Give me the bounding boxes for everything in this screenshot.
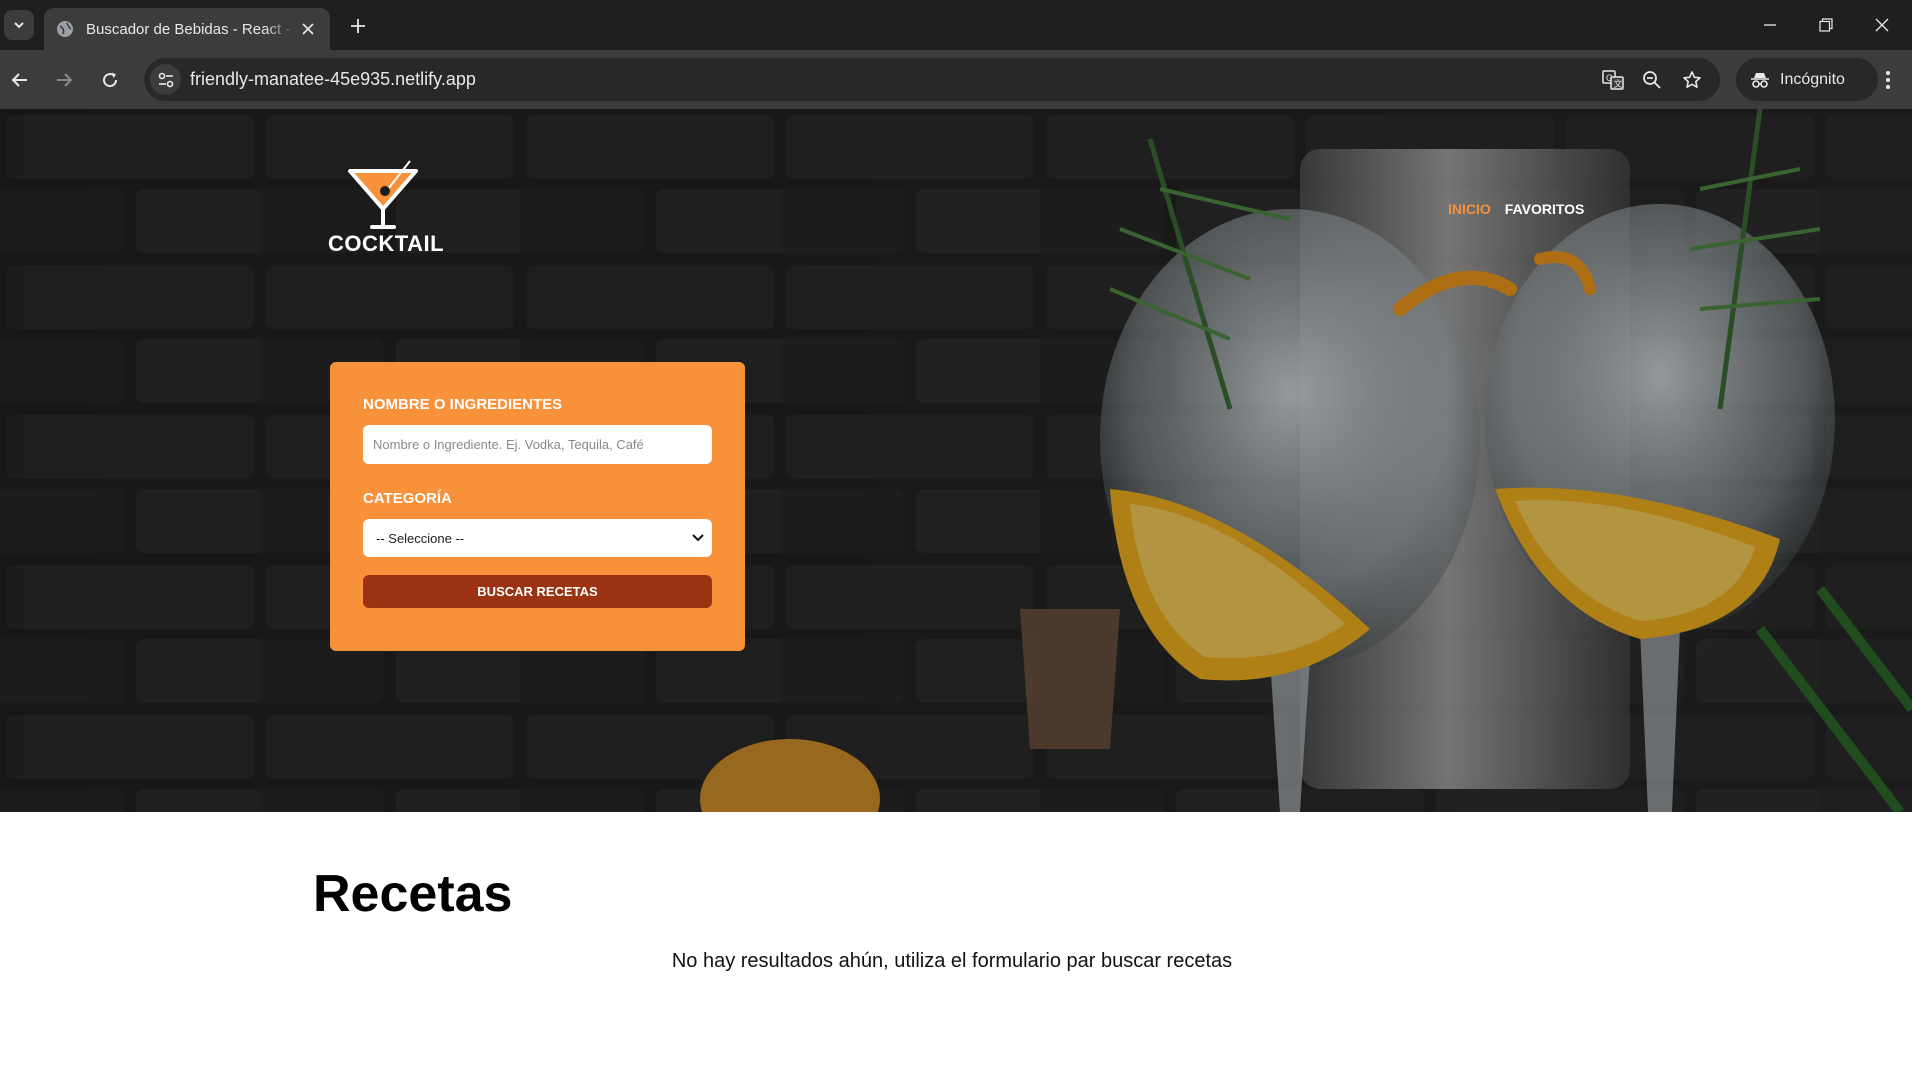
kebab-menu-icon <box>1886 71 1890 89</box>
close-window-icon <box>1875 18 1889 32</box>
nav-link-inicio[interactable]: INICIO <box>1448 201 1491 217</box>
tab-search-button[interactable] <box>4 10 34 40</box>
translate-button[interactable]: G文 <box>1600 67 1626 93</box>
search-recipes-button[interactable]: BUSCAR RECETAS <box>363 575 712 608</box>
url-text[interactable]: friendly-manatee-45e935.netlify.app <box>190 69 476 90</box>
incognito-label: Incógnito <box>1780 70 1845 88</box>
category-selected-value: -- Seleccione -- <box>376 530 465 546</box>
hero-background-image <box>0 109 1912 812</box>
recipes-title: Recetas <box>313 865 513 923</box>
name-ingredient-placeholder: Nombre o Ingrediente. Ej. Vodka, Tequila… <box>373 437 644 452</box>
name-ingredient-input[interactable]: Nombre o Ingrediente. Ej. Vodka, Tequila… <box>363 425 712 464</box>
translate-icon: G文 <box>1602 70 1624 90</box>
reload-icon <box>103 72 118 88</box>
reload-button[interactable] <box>94 64 126 96</box>
address-bar[interactable]: friendly-manatee-45e935.netlify.app G文 <box>144 58 1720 101</box>
restore-icon <box>1819 18 1833 32</box>
back-button[interactable] <box>4 64 36 96</box>
star-icon <box>1683 71 1701 88</box>
globe-icon <box>57 21 73 37</box>
category-select[interactable]: -- Seleccione -- <box>363 519 712 557</box>
zoom-out-icon <box>1643 71 1661 89</box>
zoom-button[interactable] <box>1639 67 1665 93</box>
logo-text: COCKTAIL <box>328 231 445 256</box>
minimize-button[interactable] <box>1750 8 1790 42</box>
martini-glass-icon <box>348 160 418 229</box>
recipes-section: Recetas No hay resultados ahún, utiliza … <box>0 812 1912 1079</box>
new-tab-button[interactable] <box>344 12 372 40</box>
site-info-icon <box>158 72 173 87</box>
browser-toolbar: friendly-manatee-45e935.netlify.app G文 I… <box>0 50 1912 109</box>
name-ingredients-label: NOMBRE O INGREDIENTES <box>363 396 563 413</box>
tab-close-button[interactable] <box>298 19 318 39</box>
nav-link-favoritos[interactable]: FAVORITOS <box>1505 201 1585 217</box>
hero-section: COCKTAIL INICIO FAVORITOS NOMBRE O INGRE… <box>0 109 1912 812</box>
back-icon <box>11 73 27 87</box>
incognito-icon <box>1751 72 1769 88</box>
restore-button[interactable] <box>1806 8 1846 42</box>
tab-title: Buscador de Bebidas - React - T <box>86 20 296 38</box>
browser-tab[interactable]: Buscador de Bebidas - React - T <box>44 8 330 50</box>
cocktail-logo[interactable]: COCKTAIL <box>328 159 445 259</box>
minimize-icon <box>1764 24 1776 26</box>
close-icon <box>302 23 314 35</box>
close-window-button[interactable] <box>1862 8 1902 42</box>
forward-icon <box>57 73 73 87</box>
svg-text:文: 文 <box>1614 78 1623 90</box>
tab-search-icon <box>14 22 24 29</box>
forward-button[interactable] <box>48 64 80 96</box>
empty-results-message: No hay resultados ahún, utiliza el formu… <box>671 950 1233 972</box>
search-form: NOMBRE O INGREDIENTES Nombre o Ingredien… <box>330 362 745 651</box>
category-label: CATEGORÍA <box>363 490 452 507</box>
plus-icon <box>351 19 365 33</box>
chevron-down-icon <box>692 534 704 542</box>
incognito-indicator[interactable]: Incógnito <box>1736 58 1878 101</box>
main-nav: INICIO FAVORITOS <box>1448 201 1584 217</box>
browser-tabstrip: Buscador de Bebidas - React - T <box>0 0 1912 50</box>
browser-menu-button[interactable] <box>1872 64 1904 96</box>
site-info-button[interactable] <box>150 64 181 95</box>
bookmark-button[interactable] <box>1679 67 1705 93</box>
